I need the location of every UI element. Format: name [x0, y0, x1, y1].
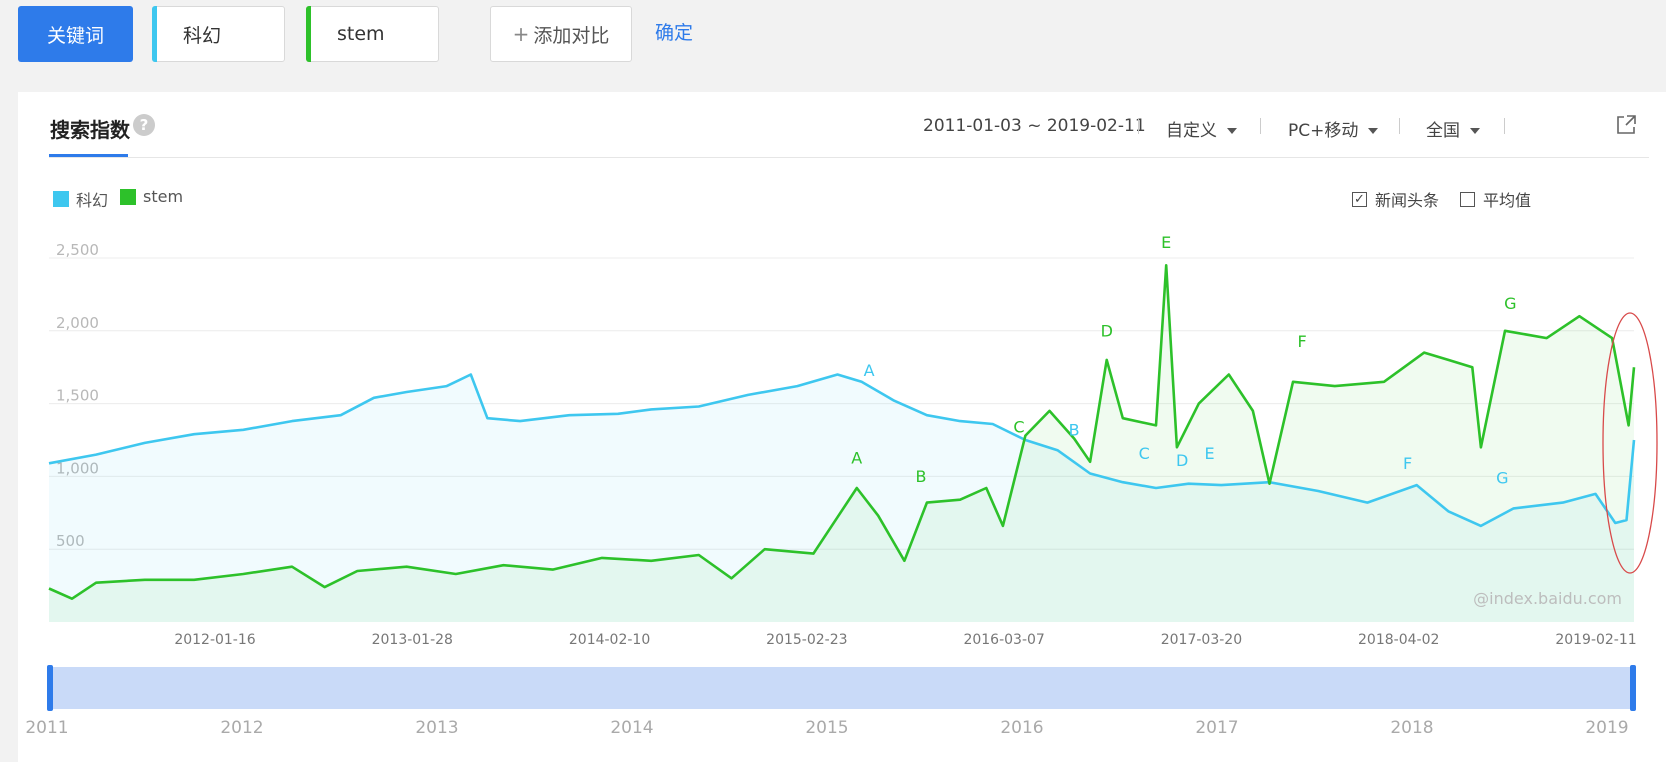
annotation-marker: E [1204, 444, 1214, 463]
navigator-year-label: 2014 [610, 718, 653, 738]
y-tick-label: 2,000 [56, 314, 99, 332]
x-tick-label: 2012-01-16 [174, 632, 255, 648]
x-tick-label: 2017-03-20 [1161, 632, 1242, 648]
navigator-range [49, 667, 1634, 709]
x-tick-label: 2018-04-02 [1358, 632, 1439, 648]
annotation-marker: G [1504, 294, 1516, 313]
annotation-marker: D [1176, 451, 1188, 470]
watermark: @index.baidu.com [1473, 589, 1622, 608]
navigator-year-label: 2012 [220, 718, 263, 738]
annotation-marker: C [1139, 444, 1150, 463]
search-index-chart: 2,5002,0001,5001,000500ABCDEFGABC D EFG@in… [25, 233, 1658, 738]
annotation-marker: A [851, 448, 862, 467]
navigator-year-label: 2015 [805, 718, 848, 738]
x-tick-label: 2015-02-23 [766, 632, 847, 648]
x-tick-label: 2013-01-28 [372, 632, 453, 648]
x-tick-label: 2019-02-11 [1555, 632, 1636, 648]
y-tick-label: 1,500 [56, 387, 99, 405]
annotation-marker: G [1496, 469, 1508, 488]
annotation-marker: E [1161, 233, 1171, 252]
navigator-year-label: 2018 [1390, 718, 1433, 738]
annotation-marker: F [1298, 332, 1307, 351]
annotation-marker: B [1069, 421, 1080, 440]
annotation-marker: C [1013, 418, 1024, 437]
navigator-year-label: 2013 [415, 718, 458, 738]
navigator-year-label: 2011 [25, 718, 68, 738]
y-tick-label: 2,500 [56, 241, 99, 259]
annotation-marker: D [1101, 322, 1113, 341]
navigator-handle-right [1630, 665, 1636, 711]
annotation-marker: A [864, 361, 875, 380]
navigator-year-label: 2019 [1585, 718, 1628, 738]
annotation-marker: B [915, 467, 926, 486]
navigator-handle-left [47, 665, 53, 711]
navigator-year-label: 2017 [1195, 718, 1238, 738]
x-tick-label: 2016-03-07 [963, 632, 1044, 648]
annotation-marker: F [1403, 454, 1412, 473]
x-tick-label: 2014-02-10 [569, 632, 650, 648]
navigator-year-label: 2016 [1000, 718, 1043, 738]
